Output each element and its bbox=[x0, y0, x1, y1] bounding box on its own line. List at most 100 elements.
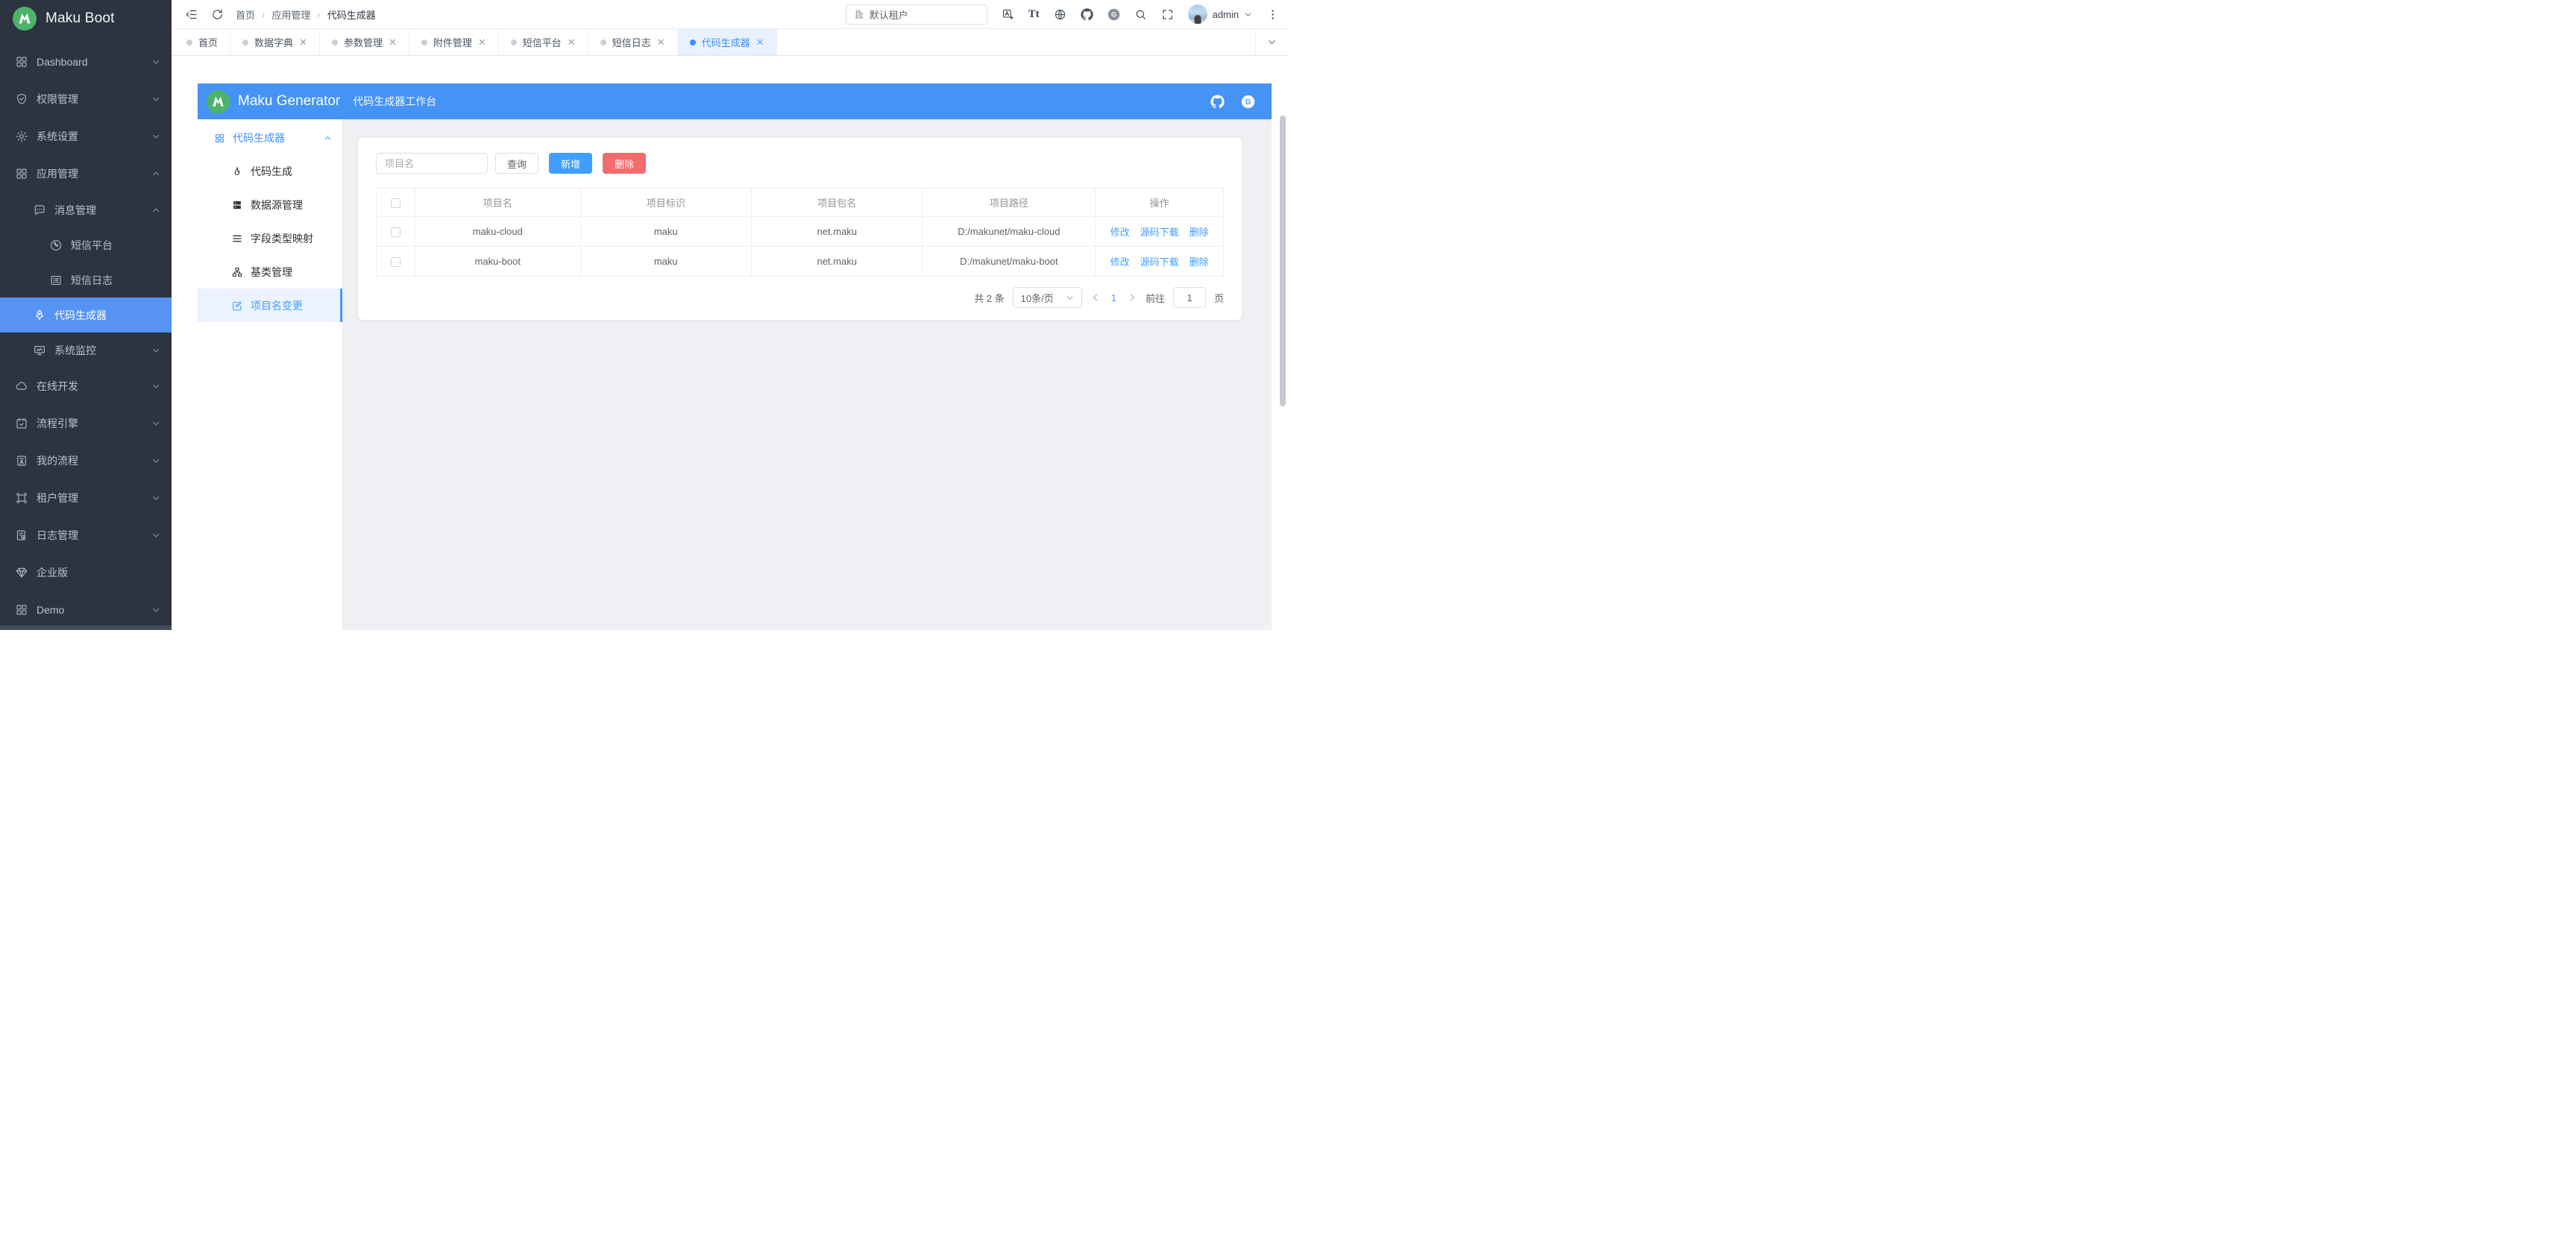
topbar: 首页›应用管理›代码生成器 默认租户 Tt G admin bbox=[172, 0, 1288, 28]
query-button[interactable]: 查询 bbox=[495, 153, 538, 174]
tab-短信平台[interactable]: 短信平台 ✕ bbox=[499, 29, 588, 55]
github-icon[interactable] bbox=[1210, 95, 1225, 109]
sidebar-item-gear[interactable]: 系统设置 bbox=[0, 118, 172, 155]
generator-menu-item-lines[interactable]: 字段类型映射 bbox=[198, 221, 342, 255]
sidebar-item-flow[interactable]: 我的流程 bbox=[0, 442, 172, 479]
tab-label: 短信平台 bbox=[523, 35, 562, 49]
row-checkbox[interactable] bbox=[391, 257, 400, 267]
calendar-icon bbox=[15, 417, 28, 430]
sidebar-item-calendar[interactable]: 流程引擎 bbox=[0, 405, 172, 442]
tab-actions-dropdown[interactable] bbox=[1255, 29, 1288, 55]
tab-close-icon[interactable]: ✕ bbox=[478, 37, 486, 47]
chevron-down-icon bbox=[151, 346, 160, 355]
chevron-down-icon bbox=[1066, 294, 1074, 302]
projects-table: 项目名项目标识项目包名项目路径操作 maku-cloudmakunet.maku… bbox=[376, 188, 1224, 277]
tab-label: 短信日志 bbox=[612, 35, 651, 49]
sidebar-item-apps[interactable]: 应用管理 bbox=[0, 155, 172, 192]
chevron-down-icon bbox=[151, 494, 160, 503]
tab-label: 附件管理 bbox=[433, 35, 472, 49]
select-all-checkbox[interactable] bbox=[391, 198, 400, 208]
generator-menu-item-sitemap[interactable]: 基类管理 bbox=[198, 255, 342, 289]
next-page-icon[interactable] bbox=[1127, 292, 1137, 303]
more-options-icon[interactable] bbox=[1266, 8, 1279, 21]
delete-button[interactable]: 删除 bbox=[603, 153, 646, 174]
breadcrumb-item: 代码生成器 bbox=[327, 7, 376, 22]
tab-代码生成器[interactable]: 代码生成器✕ bbox=[678, 29, 777, 55]
gitee-icon[interactable]: G bbox=[1241, 95, 1255, 109]
tenant-select[interactable]: 默认租户 bbox=[846, 4, 987, 25]
prev-page-icon[interactable] bbox=[1090, 292, 1101, 303]
sidebar-item-diamond[interactable]: 企业版 bbox=[0, 554, 172, 591]
app-logo[interactable]: Maku Boot bbox=[0, 0, 172, 37]
generator-menu-group[interactable]: 代码生成器 bbox=[198, 122, 342, 154]
row-action-link[interactable]: 修改 bbox=[1110, 256, 1130, 268]
refresh-icon[interactable] bbox=[211, 8, 224, 21]
generator-menu-item-flame[interactable]: 代码生成 bbox=[198, 154, 342, 188]
translate-icon[interactable] bbox=[1002, 8, 1014, 21]
chevron-up-icon bbox=[151, 206, 160, 215]
row-checkbox[interactable] bbox=[391, 227, 400, 237]
tab-附件管理[interactable]: 附件管理 ✕ bbox=[409, 29, 499, 55]
tab-close-icon[interactable]: ✕ bbox=[756, 37, 764, 47]
generator-menu-item-label: 代码生成 bbox=[251, 164, 292, 179]
monitor-icon bbox=[33, 344, 46, 357]
generator-menu-item-label: 数据源管理 bbox=[251, 198, 303, 212]
row-action-link[interactable]: 删除 bbox=[1190, 227, 1209, 238]
maku-generator-logo-icon bbox=[207, 90, 230, 113]
row-action-link[interactable]: 源码下载 bbox=[1140, 256, 1179, 268]
gitee-icon[interactable]: G bbox=[1108, 8, 1120, 21]
tab-close-icon[interactable]: ✕ bbox=[657, 37, 665, 47]
sidebar-item-tenant[interactable]: 租户管理 bbox=[0, 479, 172, 517]
project-name-input[interactable] bbox=[376, 153, 488, 174]
search-icon[interactable] bbox=[1134, 8, 1147, 21]
goto-page-input[interactable] bbox=[1173, 287, 1206, 308]
page-size-select[interactable]: 10条/页 bbox=[1013, 287, 1082, 308]
sidebar-item-list[interactable]: 短信日志 bbox=[0, 262, 172, 297]
sidebar-item-cloud[interactable]: 在线开发 bbox=[0, 368, 172, 405]
sidebar-item-dashboard[interactable]: Dashboard bbox=[0, 43, 172, 81]
current-page[interactable]: 1 bbox=[1109, 292, 1119, 303]
server-icon bbox=[231, 199, 243, 211]
sidebar-item-rocket[interactable]: 代码生成器 bbox=[0, 297, 172, 333]
content-area: Maku Generator 代码生成器工作台 G 代码生成器代码生成数据源管理… bbox=[172, 56, 1288, 630]
tab-参数管理[interactable]: 参数管理✕ bbox=[320, 29, 409, 55]
sidebar-item-monitor[interactable]: 系统监控 bbox=[0, 333, 172, 368]
scrollbar-thumb[interactable] bbox=[1280, 116, 1286, 406]
row-action-link[interactable]: 源码下载 bbox=[1140, 227, 1179, 238]
list-icon bbox=[49, 274, 63, 287]
sidebar-item-chat[interactable]: 消息管理 bbox=[0, 192, 172, 227]
sidebar-item-phone[interactable]: 短信平台 bbox=[0, 227, 172, 262]
user-menu[interactable]: admin bbox=[1188, 4, 1252, 24]
generator-header-icons: G bbox=[1210, 95, 1255, 109]
collapse-sidebar-icon[interactable] bbox=[185, 8, 198, 21]
tab-短信日志[interactable]: 短信日志 ✕ bbox=[588, 29, 678, 55]
tab-close-icon[interactable]: ✕ bbox=[299, 37, 307, 47]
row-action-link[interactable]: 删除 bbox=[1190, 256, 1209, 268]
chevron-up-icon bbox=[324, 134, 332, 142]
font-size-icon[interactable]: Tt bbox=[1028, 9, 1040, 20]
sidebar-item-label: 系统监控 bbox=[54, 343, 96, 358]
generator-menu-item-label: 项目名变更 bbox=[251, 298, 303, 313]
github-icon[interactable] bbox=[1081, 8, 1093, 21]
sidebar-item-shield[interactable]: 权限管理 bbox=[0, 81, 172, 118]
tab-首页[interactable]: 首页 bbox=[175, 29, 230, 55]
tab-数据字典[interactable]: 数据字典✕ bbox=[230, 29, 320, 55]
row-action-link[interactable]: 修改 bbox=[1110, 227, 1130, 238]
topbar-right: 默认租户 Tt G admin bbox=[846, 4, 1279, 25]
tab-close-icon[interactable]: ✕ bbox=[389, 37, 397, 47]
sidebar-item-label: 日志管理 bbox=[37, 528, 78, 543]
pagination: 共 2 条 10条/页 1 前往 页 bbox=[376, 287, 1224, 308]
generator-menu-item-edit[interactable]: 项目名变更 bbox=[198, 289, 342, 322]
fullscreen-icon[interactable] bbox=[1161, 8, 1174, 21]
generator-menu-item-label: 基类管理 bbox=[251, 265, 292, 280]
sidebar-item-logdoc[interactable]: 日志管理 bbox=[0, 517, 172, 554]
sidebar-menu: Dashboard权限管理系统设置应用管理消息管理短信平台短信日志代码生成器系统… bbox=[0, 43, 172, 629]
add-button[interactable]: 新增 bbox=[549, 153, 592, 174]
tab-close-icon[interactable]: ✕ bbox=[568, 37, 576, 47]
globe-icon[interactable] bbox=[1054, 8, 1066, 21]
gen-grid-icon bbox=[214, 133, 225, 144]
sidebar-item-dashboard[interactable]: Demo bbox=[0, 591, 172, 629]
generator-menu-item-server[interactable]: 数据源管理 bbox=[198, 188, 342, 221]
breadcrumb-item[interactable]: 首页 bbox=[236, 7, 255, 22]
breadcrumb-item[interactable]: 应用管理 bbox=[271, 7, 310, 22]
